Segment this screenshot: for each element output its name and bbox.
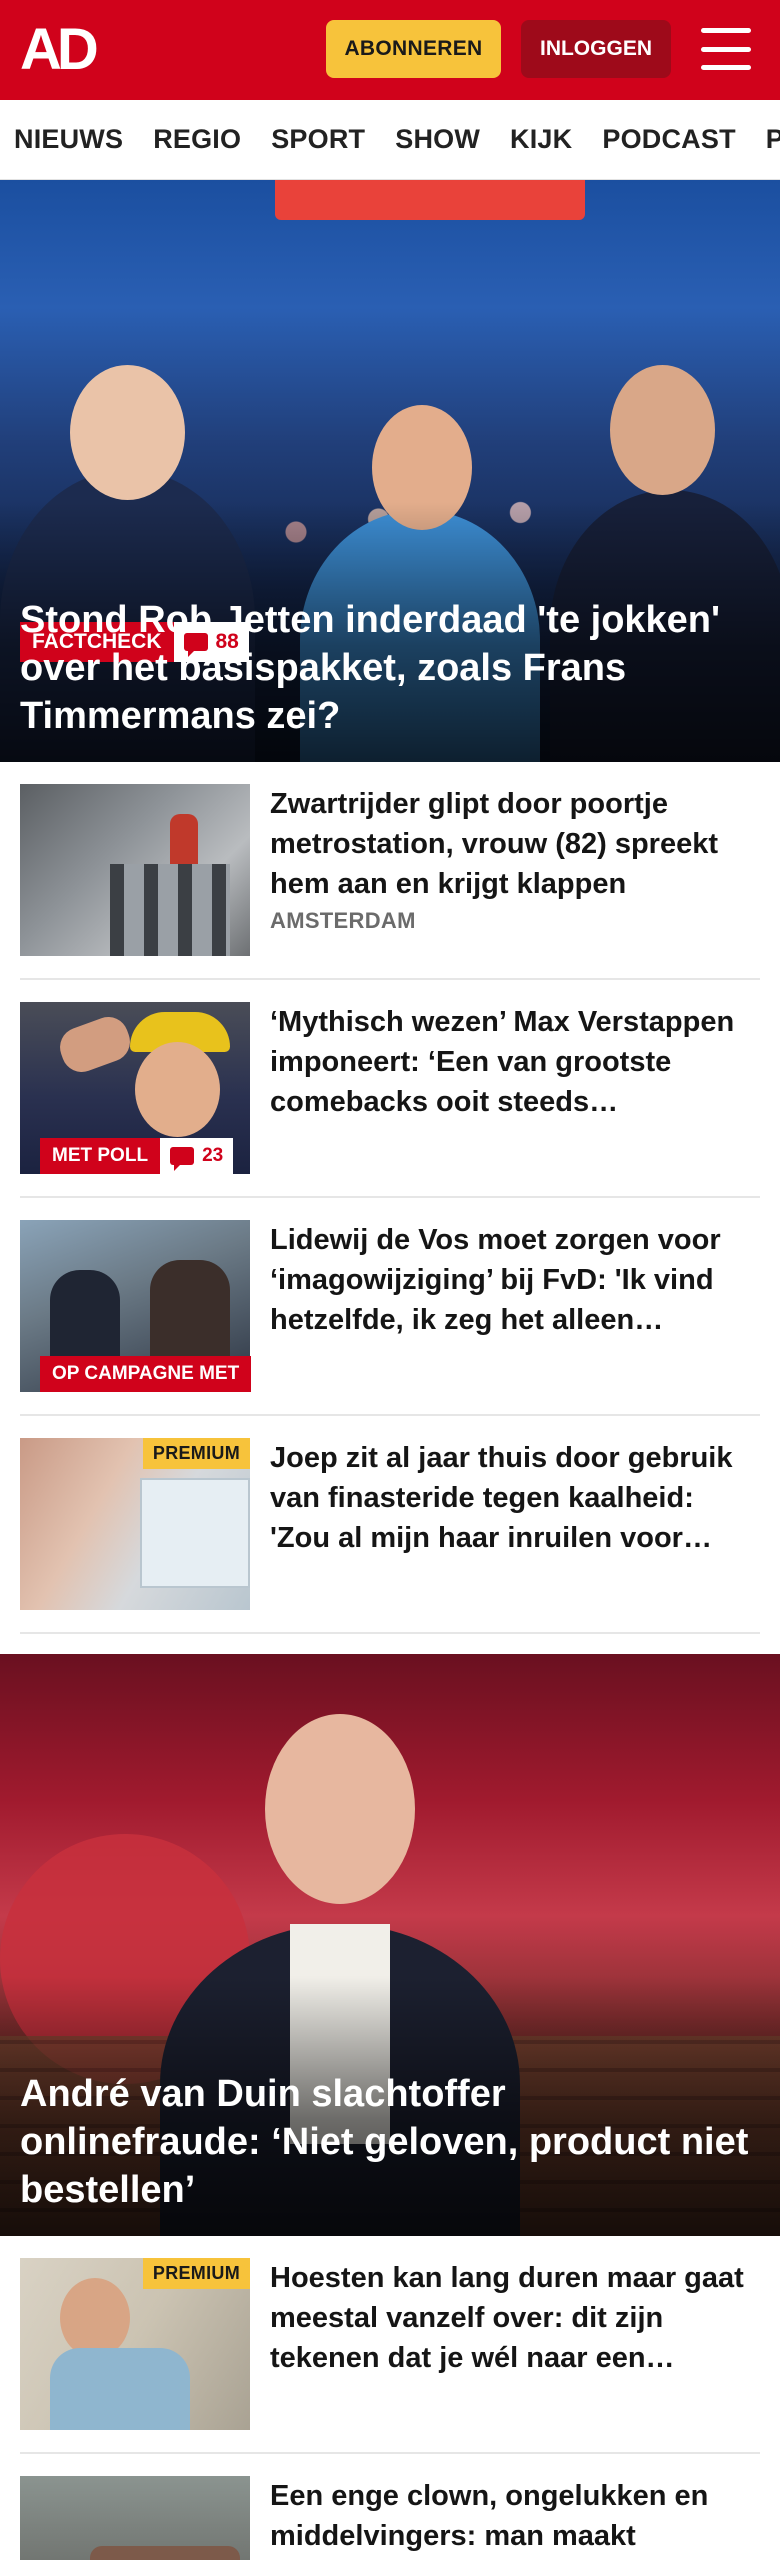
- thumbnail-car: [90, 2546, 240, 2560]
- campaign-tag: OP CAMPAGNE MET: [40, 1356, 252, 1392]
- thumbnail-body: [50, 2348, 190, 2430]
- hero-image-banner: [275, 180, 585, 220]
- section-nav: NIEUWS REGIO SPORT SHOW KIJK PODCAST PUZ…: [0, 100, 780, 180]
- article-title[interactable]: Een enge clown, ongelukken en middelving…: [270, 2476, 760, 2560]
- list-item[interactable]: OP CAMPAGNE MET Lidewij de Vos moet zorg…: [20, 1198, 760, 1416]
- thumbnail-arm: [54, 1011, 136, 1078]
- list-item[interactable]: PREMIUM Joep zit al jaar thuis door gebr…: [20, 1416, 760, 1634]
- hero-title[interactable]: André van Duin slachtoffer onlinefraude:…: [20, 2070, 750, 2214]
- nav-item-kijk[interactable]: KIJK: [510, 124, 572, 155]
- hero-image-head: [265, 1714, 415, 1904]
- article-title[interactable]: Hoesten kan lang duren maar gaat meestal…: [270, 2258, 760, 2378]
- comment-count[interactable]: 23: [160, 1138, 234, 1174]
- list-item[interactable]: MET POLL 23 ‘Mythisch wezen’ Max Verstap…: [20, 980, 760, 1198]
- list-item[interactable]: Zwartrijder glipt door poortje metrostat…: [20, 762, 760, 980]
- list-item[interactable]: Een enge clown, ongelukken en middelving…: [20, 2454, 760, 2560]
- article-title[interactable]: ‘Mythisch wezen’ Max Verstappen imponeer…: [270, 1002, 760, 1122]
- premium-badge: PREMIUM: [142, 2258, 250, 2289]
- article-title[interactable]: Zwartrijder glipt door poortje metrostat…: [270, 784, 760, 904]
- site-header: AD ABONNEREN INLOGGEN: [0, 0, 780, 100]
- hero-image-head-left: [70, 365, 185, 500]
- ad-logo[interactable]: AD: [20, 21, 99, 79]
- comment-count-value: 23: [202, 1145, 224, 1166]
- hero-image-head-right: [610, 365, 715, 495]
- nav-item-show[interactable]: SHOW: [395, 124, 480, 155]
- article-region: AMSTERDAM: [270, 908, 416, 933]
- thumbnail-face: [135, 1042, 220, 1137]
- article-tags: MET POLL 23: [40, 1138, 234, 1174]
- hero-title[interactable]: Stond Rob Jetten inderdaad 'te jokken' o…: [20, 596, 750, 740]
- comment-icon: [170, 1147, 195, 1171]
- nav-item-nieuws[interactable]: NIEUWS: [14, 124, 123, 155]
- article-thumbnail[interactable]: [20, 784, 250, 956]
- menu-icon[interactable]: [701, 28, 751, 70]
- list-item[interactable]: PREMIUM Hoesten kan lang duren maar gaat…: [20, 2236, 760, 2454]
- poll-tag: MET POLL: [40, 1138, 161, 1174]
- article-thumbnail[interactable]: PREMIUM: [20, 2258, 250, 2430]
- hero-article-van-duin[interactable]: André van Duin slachtoffer onlinefraude:…: [0, 1654, 780, 2236]
- login-button[interactable]: INLOGGEN: [521, 20, 671, 78]
- thumbnail-gates: [110, 864, 230, 956]
- article-tags: OP CAMPAGNE MET: [40, 1356, 252, 1392]
- nav-item-sport[interactable]: SPORT: [271, 124, 365, 155]
- thumbnail-box: [140, 1478, 250, 1588]
- article-list: Zwartrijder glipt door poortje metrostat…: [0, 762, 780, 1634]
- article-title[interactable]: Joep zit al jaar thuis door gebruik van …: [270, 1438, 760, 1558]
- article-title[interactable]: Lidewij de Vos moet zorgen voor ‘imagowi…: [270, 1220, 760, 1340]
- article-thumbnail[interactable]: PREMIUM: [20, 1438, 250, 1610]
- nav-item-regio[interactable]: REGIO: [153, 124, 241, 155]
- article-thumbnail[interactable]: [20, 2476, 250, 2560]
- thumbnail-face: [60, 2278, 130, 2358]
- article-list: PREMIUM Hoesten kan lang duren maar gaat…: [0, 2236, 780, 2560]
- nav-item-podcast[interactable]: PODCAST: [602, 124, 735, 155]
- nav-item-puzzel[interactable]: PUZZ: [766, 124, 780, 155]
- premium-badge: PREMIUM: [142, 1438, 250, 1469]
- subscribe-button[interactable]: ABONNEREN: [326, 20, 501, 78]
- hero-article-factcheck[interactable]: FACTCHECK 88 Stond Rob Jetten inderdaad …: [0, 180, 780, 762]
